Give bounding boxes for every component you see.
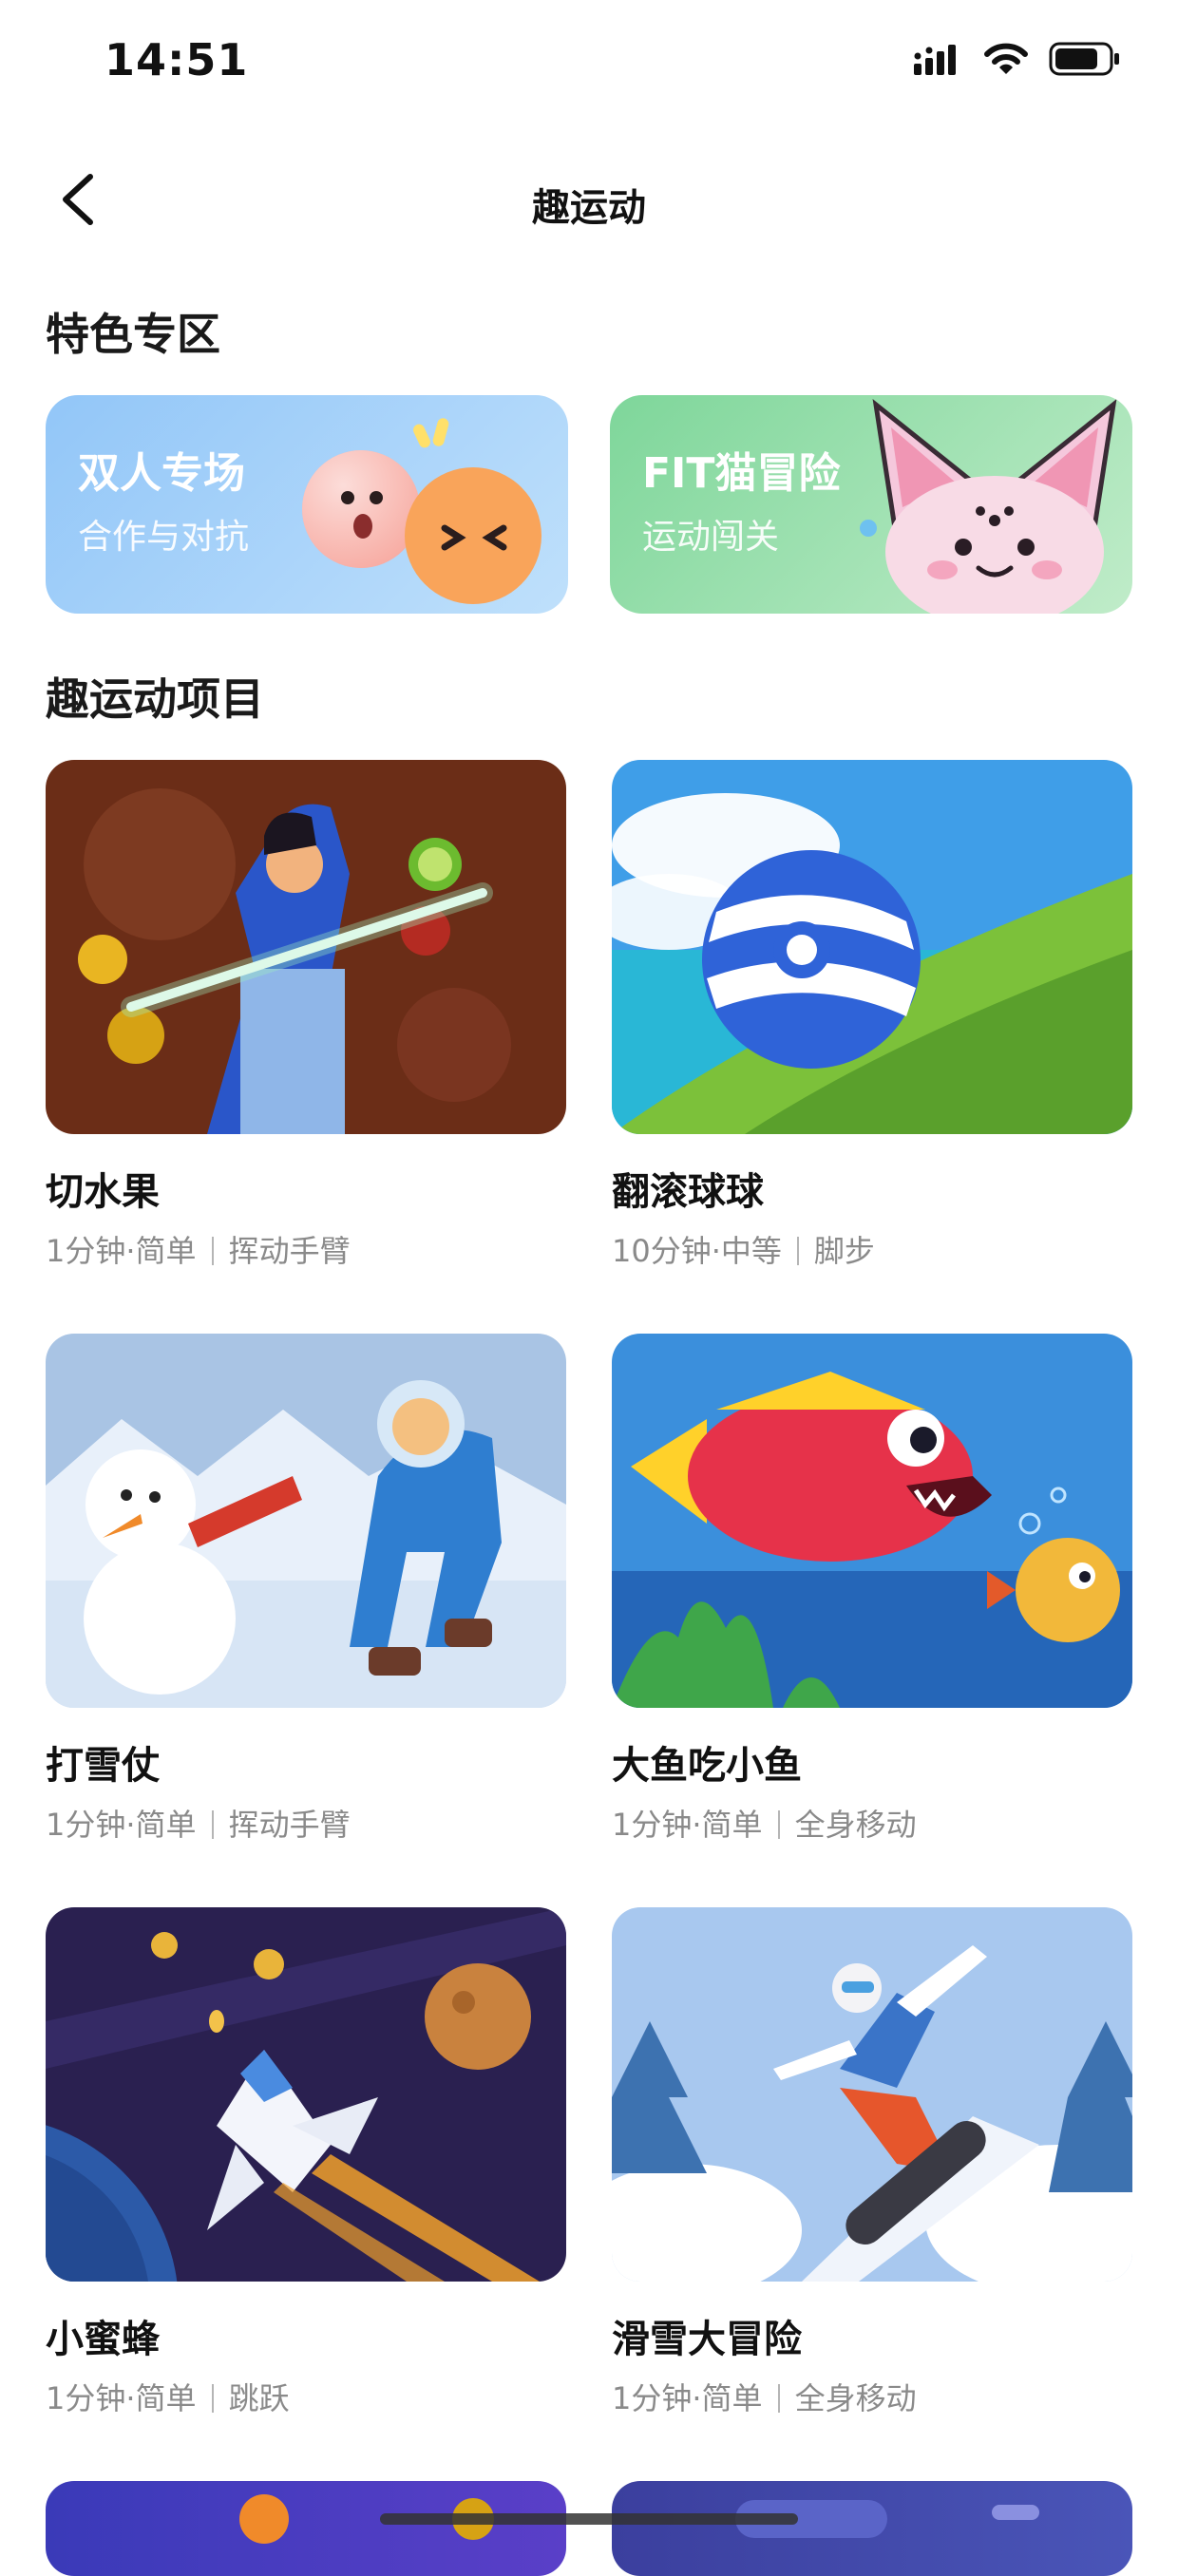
- emoji-faces-art: [302, 418, 542, 604]
- game-difficulty: 中等: [720, 1233, 782, 1269]
- game-thumbnail: [46, 760, 566, 1134]
- game-thumbnail: [612, 1907, 1132, 2282]
- status-bar: 14:51: [0, 0, 1178, 128]
- game-card-big-fish[interactable]: 大鱼吃小鱼 1分钟·简单 全身移动: [612, 1334, 1132, 1845]
- cat-mascot-art: [860, 399, 1117, 614]
- game-thumbnail: [46, 1907, 566, 2282]
- game-thumbnail: [46, 1334, 566, 1708]
- game-motion: 全身移动: [794, 2380, 917, 2416]
- game-thumbnail: [612, 760, 1132, 1134]
- featured-card-fit-cat[interactable]: FIT猫冒险 运动闯关: [610, 395, 1132, 614]
- game-duration: 1分钟: [612, 2380, 693, 2416]
- game-motion: 挥动手臂: [228, 1807, 351, 1843]
- game-duration: 1分钟: [46, 2380, 126, 2416]
- meta-divider: [777, 2384, 780, 2413]
- game-difficulty: 简单: [701, 2380, 763, 2416]
- game-motion: 跳跃: [228, 2380, 290, 2416]
- game-meta: 1分钟·简单 挥动手臂: [46, 1807, 351, 1843]
- game-name: 打雪仗: [46, 1744, 160, 1788]
- featured-card-subtitle: 运动闯关: [642, 518, 780, 557]
- game-duration: 1分钟: [612, 1807, 693, 1843]
- featured-card-subtitle: 合作与对抗: [78, 518, 250, 557]
- game-name: 翻滚球球: [612, 1170, 764, 1214]
- game-meta: 1分钟·简单 跳跃: [46, 2380, 290, 2416]
- featured-card-title: 双人专场: [78, 449, 245, 498]
- battery-icon: [1049, 42, 1119, 76]
- status-icons: [914, 42, 1121, 76]
- game-difficulty: 简单: [135, 2380, 197, 2416]
- featured-section-title: 特色专区: [46, 309, 220, 360]
- nav-bar: 趣运动: [0, 142, 1178, 256]
- game-motion: 脚步: [813, 1233, 875, 1269]
- game-name: 滑雪大冒险: [612, 2318, 802, 2361]
- game-meta: 1分钟·简单 全身移动: [612, 1807, 917, 1843]
- game-difficulty: 简单: [701, 1807, 763, 1843]
- page-title: 趣运动: [532, 186, 646, 230]
- game-motion: 挥动手臂: [228, 1233, 351, 1269]
- meta-divider: [211, 1237, 214, 1265]
- game-duration: 1分钟: [46, 1233, 126, 1269]
- featured-card-duo[interactable]: 双人专场 合作与对抗: [46, 395, 568, 614]
- wifi-icon: [984, 43, 1028, 74]
- game-thumbnail: [735, 2500, 1039, 2538]
- game-difficulty: 简单: [135, 1807, 197, 1843]
- game-thumbnail: [239, 2494, 494, 2544]
- game-thumbnail: [612, 1334, 1132, 1708]
- game-name: 小蜜蜂: [46, 2318, 160, 2361]
- game-duration: 10分钟: [612, 1233, 712, 1269]
- meta-divider: [777, 1810, 780, 1839]
- game-meta: 1分钟·简单 全身移动: [612, 2380, 917, 2416]
- meta-divider: [211, 1810, 214, 1839]
- game-card-partial[interactable]: [612, 2481, 1132, 2576]
- meta-divider: [211, 2384, 214, 2413]
- game-card-ski-adventure[interactable]: 滑雪大冒险 1分钟·简单 全身移动: [612, 1907, 1132, 2418]
- home-indicator[interactable]: [380, 2513, 798, 2525]
- game-card-fruit-ninja[interactable]: 切水果 1分钟·简单 挥动手臂: [46, 760, 566, 1271]
- game-duration: 1分钟: [46, 1807, 126, 1843]
- game-name: 大鱼吃小鱼: [612, 1744, 802, 1788]
- game-card-rolling-ball[interactable]: 翻滚球球 10分钟·中等 脚步: [612, 760, 1132, 1271]
- meta-divider: [796, 1237, 799, 1265]
- game-card-snowball-fight[interactable]: 打雪仗 1分钟·简单 挥动手臂: [46, 1334, 566, 1845]
- games-section-title: 趣运动项目: [46, 673, 264, 725]
- game-name: 切水果: [46, 1170, 160, 1214]
- game-motion: 全身移动: [794, 1807, 917, 1843]
- cellular-signal-icon: [914, 45, 956, 75]
- game-meta: 1分钟·简单 挥动手臂: [46, 1233, 351, 1269]
- featured-card-title: FIT猫冒险: [642, 449, 841, 498]
- game-card-little-bee[interactable]: 小蜜蜂 1分钟·简单 跳跃: [46, 1907, 566, 2418]
- game-difficulty: 简单: [135, 1233, 197, 1269]
- status-time: 14:51: [104, 34, 249, 85]
- game-card-partial[interactable]: [46, 2481, 566, 2576]
- game-meta: 10分钟·中等 脚步: [612, 1233, 875, 1269]
